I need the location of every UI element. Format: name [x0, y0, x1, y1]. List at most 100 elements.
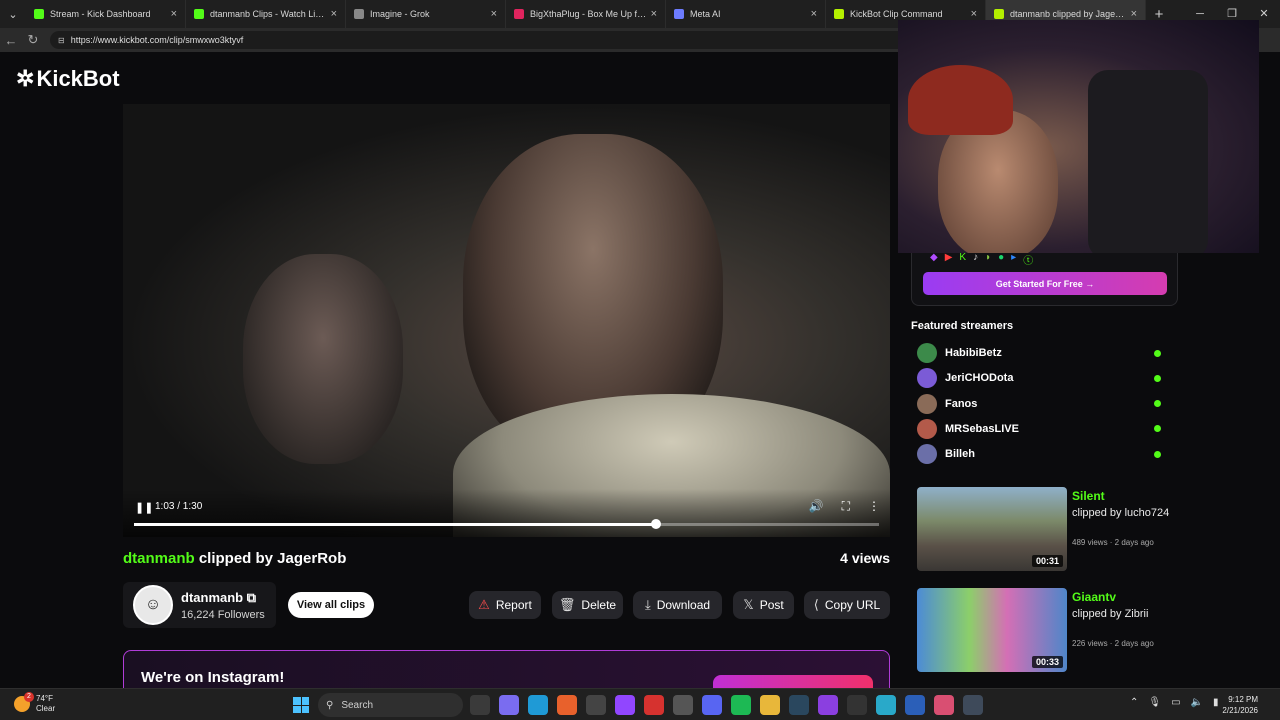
- clock[interactable]: 9:12 PM 2/21/2026: [1208, 694, 1258, 716]
- post-button[interactable]: 𝕏 Post: [733, 591, 794, 619]
- clip-thumbnail[interactable]: 00:33: [917, 588, 1067, 672]
- weather-sun-icon: 2: [14, 692, 34, 712]
- clip-card-title[interactable]: Giaantv: [1072, 590, 1116, 604]
- network-icon[interactable]: ▭: [1171, 697, 1180, 708]
- seek-handle[interactable]: [650, 519, 661, 529]
- tab-title: Stream - Kick Dashboard: [50, 9, 151, 19]
- firefox-icon[interactable]: [557, 695, 577, 715]
- post-label: Post: [759, 598, 784, 612]
- instagram-banner-text: We're on Instagram!: [141, 669, 285, 686]
- clip-card-title[interactable]: Silent: [1072, 489, 1105, 503]
- reload-icon[interactable]: ↻: [22, 32, 44, 48]
- browser-tab[interactable]: BigXthaPlug - Box Me Up feat. Jel ×: [506, 0, 666, 28]
- system-tray: ⌃ 🎙 ▭ 🔈 ▮: [1130, 697, 1219, 708]
- mic-icon[interactable]: 🎙: [1148, 697, 1161, 708]
- clip-card-author: clipped by Zibrii: [1072, 608, 1149, 620]
- avatar[interactable]: ☺: [133, 585, 173, 625]
- taskbar-search[interactable]: ⚲ Search: [318, 693, 463, 717]
- avatar: [917, 343, 937, 363]
- close-tab-icon[interactable]: ×: [171, 8, 177, 20]
- url-field[interactable]: ⊟ https://www.kickbot.com/clip/smwxwo3kt…: [50, 31, 930, 49]
- view-all-clips-button[interactable]: View all clips: [288, 592, 374, 618]
- external-link-icon[interactable]: ⧉: [247, 590, 256, 605]
- delete-button[interactable]: 🗑 Delete: [552, 591, 623, 619]
- steam-icon[interactable]: [789, 695, 809, 715]
- pin-icon[interactable]: [934, 695, 954, 715]
- channel-name[interactable]: dtanmanb ⧉: [181, 590, 265, 606]
- avatar: [917, 393, 937, 414]
- featured-streamer-item[interactable]: JeriCHODota: [917, 367, 1167, 389]
- fx-icon[interactable]: [905, 695, 925, 715]
- chevron-up-icon[interactable]: ⌃: [1130, 697, 1138, 708]
- webcam-cap: [908, 65, 1013, 135]
- featured-streamer-item[interactable]: Fanos: [917, 393, 1167, 415]
- featured-streamer-item[interactable]: Billeh: [917, 443, 1167, 465]
- channel-name-text: dtanmanb: [181, 589, 244, 605]
- chrome-icon[interactable]: [586, 695, 606, 715]
- tab-search-icon[interactable]: ⌄: [0, 0, 26, 28]
- start-icon[interactable]: [293, 697, 309, 713]
- discord-icon[interactable]: [702, 695, 722, 715]
- folder-icon[interactable]: [760, 695, 780, 715]
- streamer-name: Fanos: [945, 397, 978, 410]
- file-icon[interactable]: [470, 695, 490, 715]
- x-logo-icon: 𝕏: [743, 597, 754, 612]
- music-icon[interactable]: [673, 695, 693, 715]
- close-tab-icon[interactable]: ×: [651, 8, 657, 20]
- download-icon: ⤓: [644, 597, 651, 612]
- twitch-app-icon[interactable]: [615, 695, 635, 715]
- instagram-banner: We're on Instagram!: [123, 650, 890, 688]
- clip-thumbnail[interactable]: 00:31: [917, 487, 1067, 571]
- download-button[interactable]: ⤓ Download: [633, 591, 722, 619]
- instagram-follow-button[interactable]: [713, 675, 873, 688]
- back-icon[interactable]: ←: [0, 33, 22, 48]
- tab-favicon-icon: [994, 9, 1004, 19]
- related-clip-card[interactable]: 00:33 Giaantv clipped by Zibrii 226 views ·…: [917, 588, 1177, 672]
- video-person-left: [243, 254, 403, 464]
- obs-icon[interactable]: [847, 695, 867, 715]
- app-icon-teal[interactable]: [876, 695, 896, 715]
- browser-tab[interactable]: Meta AI ×: [666, 0, 826, 28]
- close-tab-icon[interactable]: ×: [811, 8, 817, 20]
- close-tab-icon[interactable]: ×: [1131, 8, 1137, 20]
- seek-bar[interactable]: [134, 519, 879, 529]
- tab-favicon-icon: [354, 9, 364, 19]
- get-started-button[interactable]: Get Started For Free →: [923, 272, 1167, 295]
- more-options-icon[interactable]: ⋮: [868, 499, 880, 514]
- report-button[interactable]: ⚠ Report: [469, 591, 541, 619]
- youtube-icon: ▶: [944, 252, 953, 263]
- clock-date: 2/21/2026: [1222, 706, 1258, 715]
- volume-tray-icon[interactable]: 🔈: [1191, 697, 1203, 708]
- featured-streamer-item[interactable]: MRSebasLIVE: [917, 418, 1167, 440]
- related-clip-card[interactable]: 00:31 Silent clipped by lucho724 489 views …: [917, 487, 1177, 571]
- streamer-name: HabibiBetz: [945, 347, 1002, 359]
- player-right-controls: 🔊 ⛶ ⋮: [809, 499, 880, 514]
- volume-icon[interactable]: 🔊: [809, 499, 824, 514]
- copilot-icon[interactable]: [499, 695, 519, 715]
- tab-title: dtanmanb Clips - Watch Live on K: [210, 9, 327, 19]
- pause-icon[interactable]: ❚❚: [135, 501, 153, 514]
- copy-url-button[interactable]: ⟨ Copy URL: [804, 591, 890, 619]
- browser-tab[interactable]: Imagine - Grok ×: [346, 0, 506, 28]
- stream-app-icon[interactable]: [818, 695, 838, 715]
- spotify-icon[interactable]: [731, 695, 751, 715]
- warning-icon: ⚠: [478, 597, 490, 612]
- weather-widget[interactable]: 2 74°F Clear: [14, 692, 55, 714]
- app-icon-dark[interactable]: [963, 695, 983, 715]
- featured-streamer-item[interactable]: HabibiBetz: [917, 342, 1167, 364]
- channel-card[interactable]: ☺ dtanmanb ⧉ 16,224 Followers: [123, 582, 276, 628]
- kickbot-logo[interactable]: ✲ KickBot: [16, 66, 120, 92]
- seek-bar-fill: [134, 523, 656, 526]
- clip-streamer-link[interactable]: dtanmanb: [123, 550, 195, 567]
- red-app-icon[interactable]: [644, 695, 664, 715]
- close-tab-icon[interactable]: ×: [491, 8, 497, 20]
- edge-icon[interactable]: [528, 695, 548, 715]
- video-player[interactable]: ❚❚ 1:03 / 1:30 🔊 ⛶ ⋮: [123, 104, 890, 537]
- tab-title: KickBot Clip Command: [850, 9, 943, 19]
- fullscreen-icon[interactable]: ⛶: [842, 499, 850, 514]
- browser-tab[interactable]: Stream - Kick Dashboard ×: [26, 0, 186, 28]
- close-tab-icon[interactable]: ×: [971, 8, 977, 20]
- close-tab-icon[interactable]: ×: [331, 8, 337, 20]
- browser-tab[interactable]: dtanmanb Clips - Watch Live on K ×: [186, 0, 346, 28]
- site-info-icon[interactable]: ⊟: [58, 36, 65, 45]
